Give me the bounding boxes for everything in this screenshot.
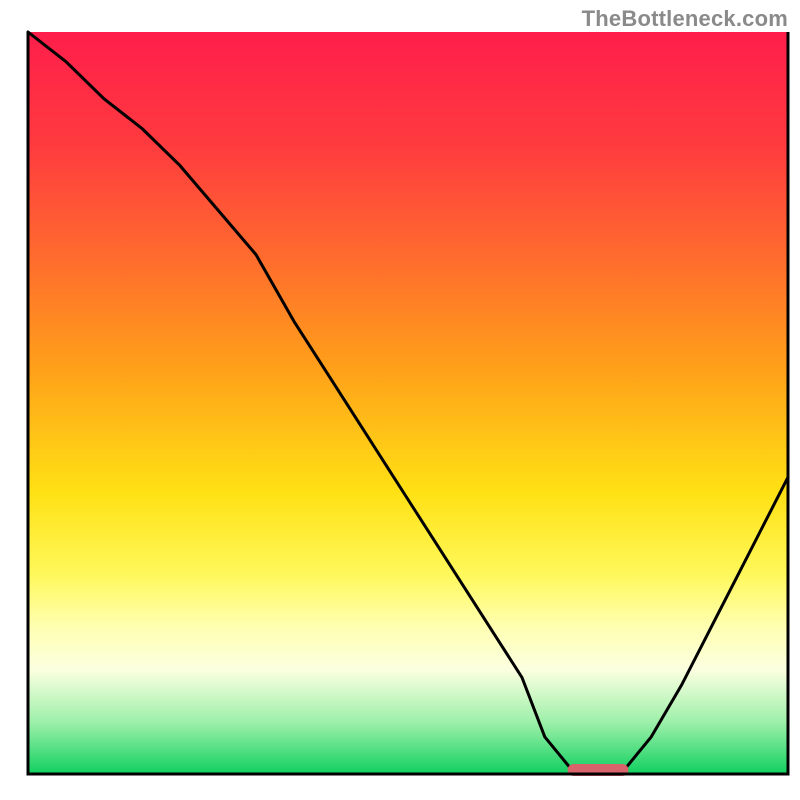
chart-container: TheBottleneck.com	[0, 0, 800, 800]
gradient-background	[28, 32, 788, 774]
bottleneck-plot	[0, 0, 800, 800]
